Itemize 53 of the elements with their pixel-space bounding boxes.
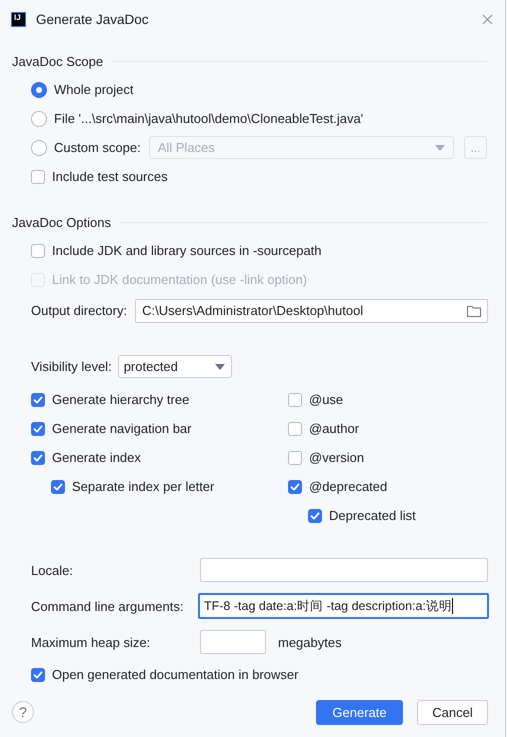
section-heading: JavaDoc Options	[12, 214, 111, 230]
field-label: Visibility level:	[31, 359, 112, 374]
checkbox-label: @deprecated	[309, 479, 388, 494]
checkbox-label: Link to JDK documentation (use -link option)	[52, 272, 308, 287]
cancel-button[interactable]: Cancel	[417, 700, 488, 724]
checkbox[interactable]	[31, 170, 45, 184]
unit-label: megabytes	[278, 634, 342, 650]
heap-size-field[interactable]	[200, 630, 266, 654]
checkbox-label: @use	[309, 392, 344, 407]
dropdown-arrow-icon	[214, 364, 225, 370]
checkbox-label: Separate index per letter	[72, 479, 214, 494]
radio-label: File '...\src\main\java\hutool\demo\CloneableTest.java'	[54, 111, 364, 126]
output-directory-field[interactable]: C:\Users\Administrator\Desktop\hutool	[135, 298, 488, 322]
checkbox[interactable]	[288, 450, 302, 464]
checkbox[interactable]	[31, 244, 45, 258]
dropdown-arrow-icon	[435, 144, 445, 150]
field-label: Locale:	[31, 562, 74, 578]
checkbox-label: Generate index	[52, 450, 141, 465]
generate-button[interactable]: Generate	[316, 700, 403, 724]
field-label: Output directory:	[31, 303, 128, 318]
checkbox-label: Generate navigation bar	[52, 421, 192, 436]
field-label: Command line arguments:	[31, 598, 184, 614]
command-line-field[interactable]: TF-8 -tag date:a:时间 -tag description:a:说明	[198, 593, 489, 619]
checkbox[interactable]	[51, 480, 65, 494]
checkbox[interactable]	[31, 392, 45, 406]
checkbox-label: Generate hierarchy tree	[52, 392, 190, 407]
locale-field[interactable]	[200, 558, 488, 582]
radio-button[interactable]	[31, 140, 47, 156]
field-label: Maximum heap size:	[31, 634, 152, 650]
checkbox[interactable]	[308, 508, 322, 522]
app-logo: IJ	[11, 12, 26, 26]
radio-button[interactable]	[31, 82, 47, 98]
folder-icon[interactable]	[467, 304, 481, 316]
close-icon[interactable]	[482, 14, 493, 24]
checkbox-label: Include JDK and library sources in -sourcepath	[52, 243, 322, 258]
radio-label: Custom scope:	[54, 140, 141, 155]
checkbox[interactable]	[31, 668, 45, 682]
checkbox[interactable]	[288, 480, 302, 494]
visibility-dropdown[interactable]: protected	[118, 355, 232, 378]
section-heading: JavaDoc Scope	[12, 54, 104, 68]
radio-label: Whole project	[54, 82, 134, 97]
checkbox-label: @version	[309, 450, 364, 465]
checkbox-label: Include test sources	[52, 169, 168, 184]
checkbox[interactable]	[31, 450, 45, 464]
window-title: Generate JavaDoc	[36, 12, 150, 26]
checkbox[interactable]	[288, 422, 302, 436]
checkbox-label: @author	[309, 421, 360, 436]
radio-button[interactable]	[31, 110, 47, 126]
help-button[interactable]: ?	[12, 701, 34, 723]
checkbox[interactable]	[288, 392, 302, 406]
checkbox[interactable]	[31, 422, 45, 436]
checkbox-label: Open generated documentation in browser	[52, 667, 298, 682]
checkbox-label: Deprecated list	[329, 508, 416, 523]
